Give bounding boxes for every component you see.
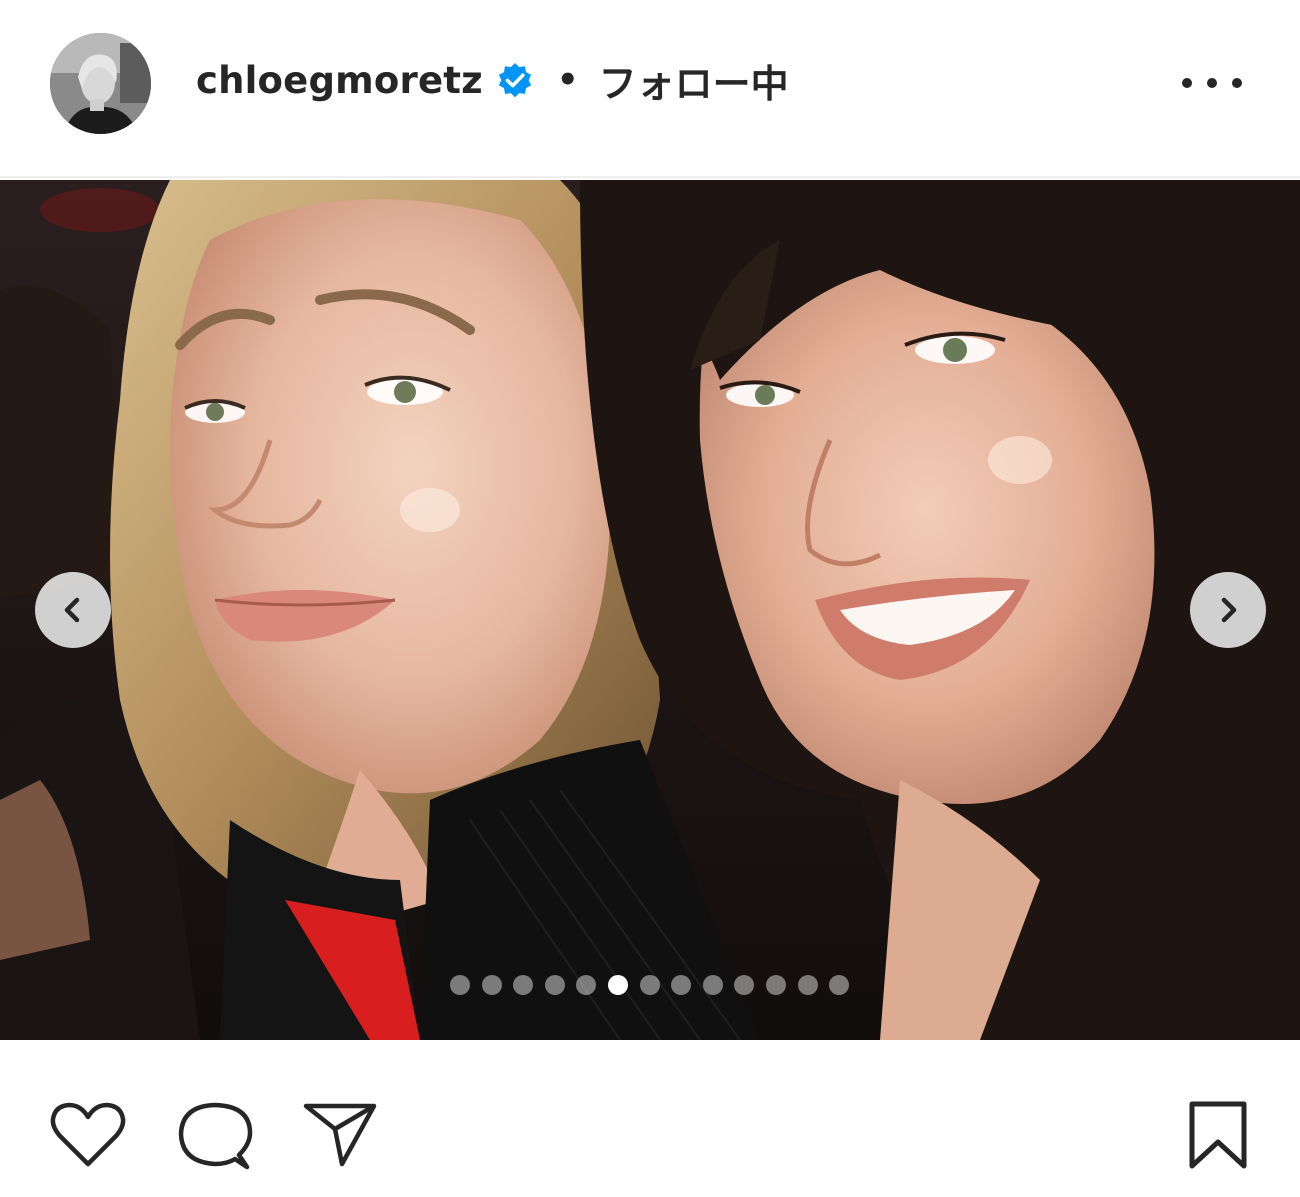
previous-slide-button[interactable] bbox=[35, 572, 111, 648]
post-actions bbox=[0, 1040, 1300, 1197]
share-button[interactable] bbox=[302, 1100, 378, 1174]
more-horizontal-icon bbox=[1207, 78, 1217, 88]
post-photo bbox=[0, 180, 1300, 1040]
comment-button[interactable] bbox=[177, 1100, 253, 1176]
carousel-dot bbox=[513, 975, 534, 995]
avatar[interactable] bbox=[50, 33, 151, 134]
carousel-indicator bbox=[450, 973, 861, 997]
carousel-dot bbox=[544, 975, 565, 995]
carousel-dot bbox=[639, 975, 660, 995]
verified-badge-icon bbox=[495, 60, 535, 100]
carousel-dot bbox=[481, 975, 502, 995]
post-header: chloegmoretz • フォロー中 bbox=[0, 0, 1300, 170]
chevron-right-icon bbox=[1221, 597, 1237, 623]
separator-dot: • bbox=[556, 60, 579, 100]
carousel-dot-active bbox=[607, 975, 628, 995]
carousel-dot bbox=[576, 975, 597, 995]
bookmark-icon bbox=[1189, 1101, 1247, 1169]
carousel-dot bbox=[671, 975, 692, 995]
paper-plane-icon bbox=[303, 1103, 377, 1167]
avatar-image bbox=[50, 33, 151, 134]
carousel-dot bbox=[797, 975, 818, 995]
following-button[interactable]: フォロー中 bbox=[599, 53, 789, 108]
more-options-button[interactable] bbox=[1182, 66, 1242, 100]
chevron-left-icon bbox=[64, 597, 80, 623]
carousel-dot bbox=[829, 975, 850, 995]
username-row: chloegmoretz • フォロー中 bbox=[196, 52, 789, 108]
post-media[interactable] bbox=[0, 180, 1300, 1040]
carousel-dot bbox=[734, 975, 755, 995]
more-horizontal-icon bbox=[1232, 78, 1242, 88]
next-slide-button[interactable] bbox=[1190, 572, 1266, 648]
carousel-dot bbox=[765, 975, 786, 995]
like-button[interactable] bbox=[50, 1102, 126, 1172]
save-button[interactable] bbox=[1186, 1100, 1250, 1176]
comment-bubble-icon bbox=[178, 1102, 253, 1170]
carousel-dot bbox=[450, 975, 470, 995]
more-horizontal-icon bbox=[1182, 78, 1192, 88]
heart-icon bbox=[50, 1102, 126, 1167]
username-link[interactable]: chloegmoretz bbox=[196, 59, 483, 102]
header-divider bbox=[0, 176, 1300, 178]
carousel-dot bbox=[702, 975, 723, 995]
